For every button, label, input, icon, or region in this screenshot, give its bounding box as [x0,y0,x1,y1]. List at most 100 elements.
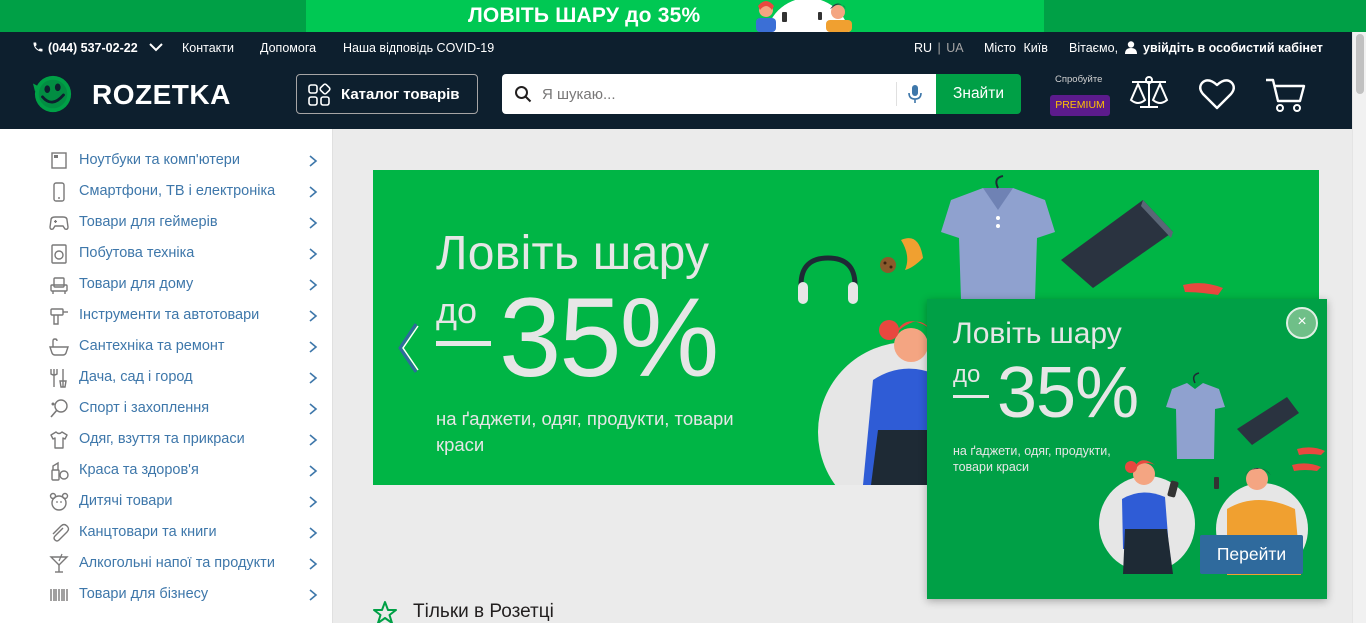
smartphone-icon [53,182,65,202]
premium-badge[interactable]: PREMIUM [1050,95,1110,116]
chevron-down-icon [149,43,163,52]
sidebar-category-item[interactable]: Товари для геймерів [0,207,333,238]
sidebar-category-item[interactable]: Побутова техніка [0,238,333,269]
language-switcher: RU | UA [914,41,964,55]
chevron-right-icon [309,558,318,570]
sidebar-category-item[interactable]: Товари для дому [0,269,333,300]
sidebar-category-item[interactable]: Інструменти та автотовари [0,300,333,331]
sidebar-category-item[interactable]: Спорт і захоплення [0,393,333,424]
city-selector[interactable]: Місто Київ [984,41,1048,55]
promo-strip[interactable]: ЛОВІТЬ ШАРУ до 35% [0,0,1366,32]
page-scrollbar[interactable] [1352,32,1366,623]
sidebar-category-label: Товари для дому [79,276,194,292]
chevron-right-icon [309,279,318,291]
sidebar-category-item[interactable]: Краса та здоров'я [0,455,333,486]
search-submit-button[interactable]: Знайти [936,74,1021,114]
sidebar-category-label: Одяг, взуття та прикраси [79,431,245,447]
chevron-right-icon [309,310,318,322]
phone-icon [33,42,43,52]
popup-close-button[interactable]: × [1286,307,1318,339]
popup-dash [953,395,989,398]
chevron-right-icon [309,186,318,198]
sidebar-category-item[interactable]: Алкогольні напої та продукти [0,548,333,579]
armchair-icon [50,277,68,294]
covid-link[interactable]: Наша відповідь COVID-19 [343,41,494,55]
sidebar-category-label: Канцтовари та книги [79,524,217,540]
city-label: Місто [984,41,1016,55]
banner-prefix: до [436,290,478,331]
banner-percent: 35% [499,275,719,400]
grid-icon [308,83,331,106]
popup-go-button[interactable]: Перейти [1200,535,1303,574]
banner-subtitle: на ґаджети, одяг, продукти, товари краси [436,408,734,455]
sidebar-category-item[interactable]: Товари для бізнесу [0,579,333,610]
phone-dropdown[interactable]: (044) 537-02-22 [32,41,163,55]
promo-popup[interactable]: Ловіть шару до 35% на ґаджети, одяг, про… [927,299,1327,599]
chevron-right-icon [309,465,318,477]
search-input[interactable] [542,74,892,114]
catalog-button-label: Каталог товарів [341,86,460,103]
category-sidebar: Ноутбуки та комп'ютери Смартфони, ТВ і ел… [0,129,333,623]
scrollbar-thumb[interactable] [1356,34,1364,94]
chevron-right-icon [309,589,318,601]
search-box [502,74,936,114]
chevron-right-icon [309,155,318,167]
sidebar-category-item[interactable]: Сантехніка та ремонт [0,331,333,362]
chevron-right-icon [309,434,318,446]
sidebar-category-item[interactable]: Дача, сад і город [0,362,333,393]
contacts-link[interactable]: Контакти [182,41,234,55]
popup-title: Ловіть шару [953,317,1122,350]
cocktail-icon [49,553,69,573]
chevron-right-icon [309,403,318,415]
sidebar-category-label: Дача, сад і город [79,369,193,385]
chevron-right-icon [309,341,318,353]
chevron-right-icon [309,248,318,260]
promo-strip-text: ЛОВІТЬ ШАРУ до 35% [468,4,701,27]
city-value: Київ [1023,41,1048,55]
chevron-right-icon [309,372,318,384]
catalog-button[interactable]: Каталог товарів [296,74,478,114]
sidebar-category-item[interactable]: Ноутбуки та комп'ютери [0,145,333,176]
sidebar-category-label: Смартфони, ТВ і електроніка [79,183,276,199]
sidebar-category-label: Дитячі товари [79,493,173,509]
lang-ru[interactable]: RU [914,41,932,55]
sidebar-category-item[interactable]: Одяг, взуття та прикраси [0,424,333,455]
cart-icon[interactable] [1264,74,1306,114]
cosmetics-icon [51,461,69,481]
header-topline: (044) 537-02-22 Контакти Допомога Наша в… [0,32,1352,64]
bathtub-icon [49,338,69,356]
banner-title: Ловіть шару [436,227,710,280]
sidebar-category-label: Сантехніка та ремонт [79,338,225,354]
sidebar-category-item[interactable]: Дитячі товари [0,486,333,517]
sidebar-category-item[interactable]: Смартфони, ТВ і електроніка [0,176,333,207]
sidebar-category-label: Товари для бізнесу [79,586,209,602]
lang-separator: | [937,41,941,55]
phone-number: (044) 537-02-22 [48,41,138,55]
sidebar-category-item[interactable]: Канцтовари та книги [0,517,333,548]
rozetka-logo-icon[interactable] [32,74,74,114]
sidebar-category-label: Інструменти та автотовари [79,307,260,323]
microphone-icon[interactable] [906,84,924,104]
lang-ua[interactable]: UA [946,41,963,55]
star-icon [373,601,397,623]
search-icon [515,86,532,103]
sidebar-category-label: Ноутбуки та комп'ютери [79,152,240,168]
rozetka-logo-text[interactable]: ROZETKA [92,79,231,111]
close-icon: × [1297,313,1307,330]
premium-try-text: Спробуйте [1055,74,1103,85]
tennis-racket-icon [50,399,68,418]
login-link[interactable]: увійдіть в особистий кабінет [1125,41,1323,55]
garden-tools-icon [50,369,67,388]
barcode-icon [50,589,68,601]
sidebar-category-label: Товари для геймерів [79,214,218,230]
drill-icon [50,308,68,325]
sidebar-category-label: Спорт і захоплення [79,400,210,416]
help-link[interactable]: Допомога [260,41,316,55]
sidebar-category-label: Краса та здоров'я [79,462,199,478]
banner-prev-arrow[interactable] [396,322,420,374]
washing-machine-icon [51,244,67,264]
heart-icon[interactable] [1196,74,1238,114]
tshirt-icon [50,431,68,449]
compare-scales-icon[interactable] [1128,74,1170,114]
paperclip-icon [52,523,70,542]
